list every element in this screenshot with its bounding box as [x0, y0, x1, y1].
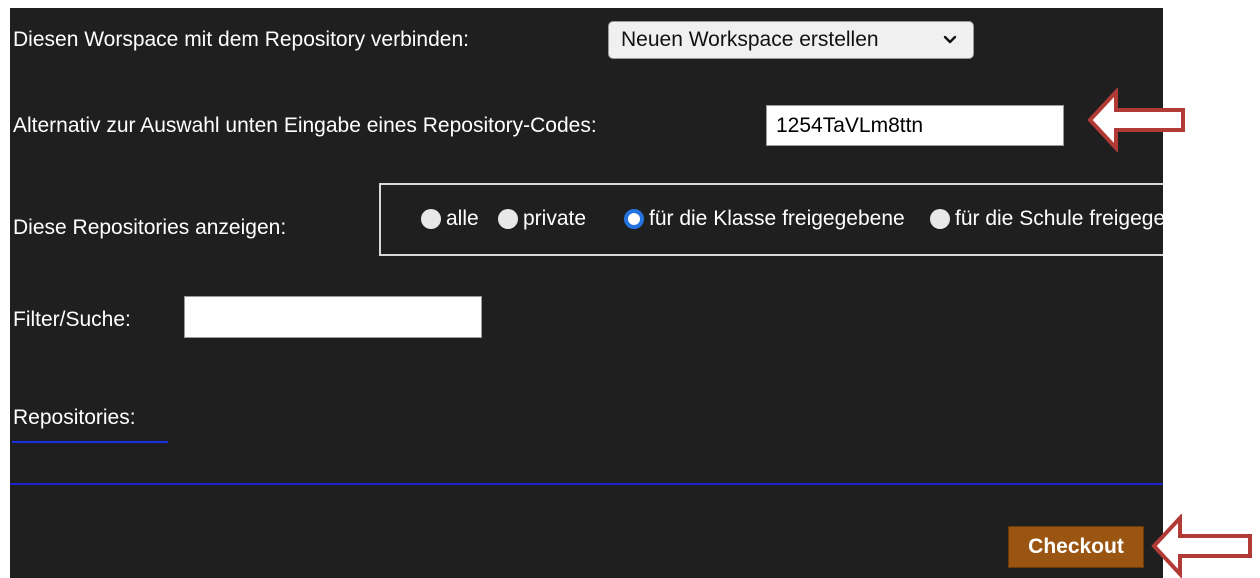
radio-button[interactable]: [421, 209, 441, 229]
arrow-left-icon: [1151, 514, 1252, 578]
repositories-heading: Repositories:: [13, 406, 136, 429]
radio-option-label: für die Klasse freigegebene: [649, 207, 905, 230]
repo-code-label: Alternativ zur Auswahl unten Eingabe ein…: [13, 114, 597, 137]
workspace-select[interactable]: Neuen Workspace erstellen: [608, 21, 974, 59]
checkout-button[interactable]: Checkout: [1008, 526, 1144, 568]
repository-list-divider: [10, 483, 1163, 485]
chevron-down-icon: [943, 35, 957, 44]
search-input[interactable]: [184, 296, 482, 338]
repo-code-input[interactable]: [766, 105, 1064, 146]
radio-option-schule[interactable]: für die Schule freigegebene: [930, 207, 1163, 231]
radio-option-label: private: [523, 207, 587, 230]
search-label: Filter/Suche:: [13, 308, 131, 331]
radio-option-klasse[interactable]: für die Klasse freigegebene: [624, 207, 905, 231]
workspace-select-value: Neuen Workspace erstellen: [621, 28, 879, 51]
workspace-connect-panel: Diesen Worspace mit dem Repository verbi…: [10, 8, 1163, 578]
repo-filter-radio-group: alle private für die Klasse freigegebene…: [379, 183, 1163, 256]
radio-option-alle[interactable]: alle: [421, 207, 479, 231]
repositories-heading-underline: [12, 441, 168, 443]
radio-option-private[interactable]: private: [498, 207, 586, 231]
repo-filter-label: Diese Repositories anzeigen:: [13, 216, 287, 239]
workspace-label: Diesen Worspace mit dem Repository verbi…: [13, 28, 469, 51]
radio-button[interactable]: [930, 209, 950, 229]
radio-button-selected[interactable]: [624, 209, 644, 229]
radio-option-label: für die Schule freigegebene: [955, 207, 1163, 230]
radio-button[interactable]: [498, 209, 518, 229]
radio-option-label: alle: [446, 207, 479, 230]
arrow-left-icon: [1087, 88, 1185, 152]
